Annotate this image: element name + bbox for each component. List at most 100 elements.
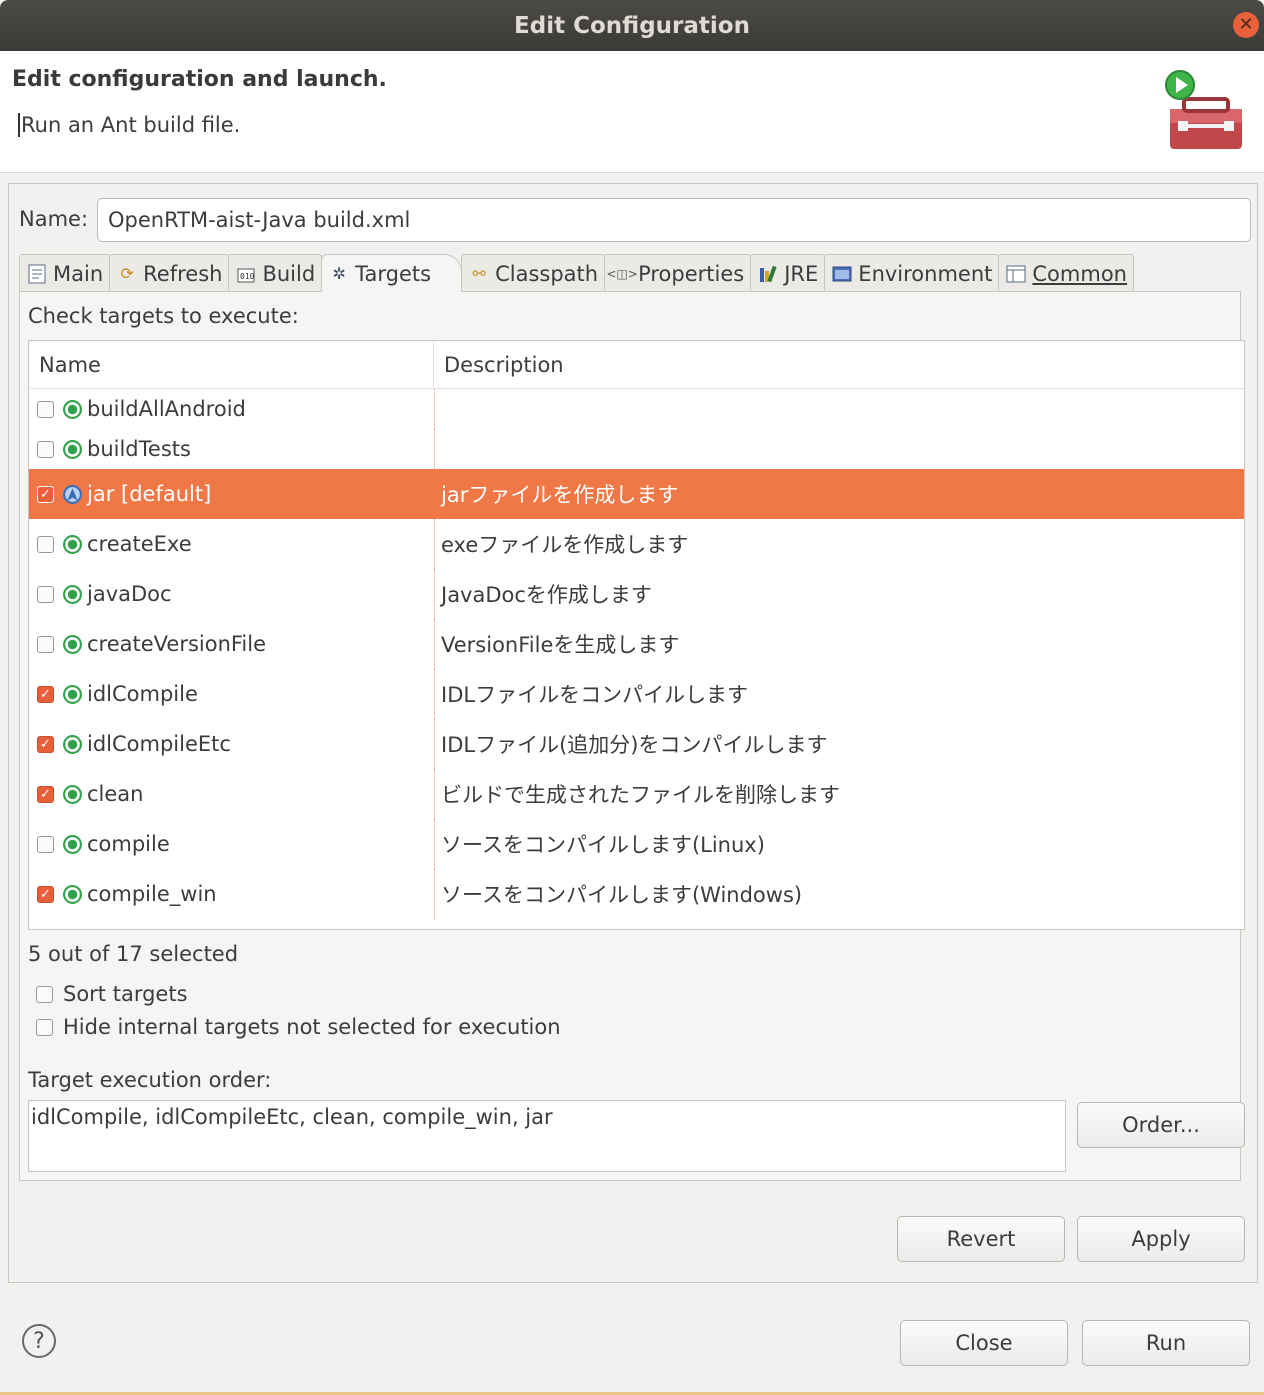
revert-button[interactable]: Revert	[897, 1216, 1065, 1262]
sort-targets-checkbox[interactable]	[36, 985, 53, 1003]
target-icon	[63, 439, 82, 459]
svg-text:010: 010	[240, 272, 255, 281]
table-row[interactable]: javaDoc JavaDocを作成します	[29, 569, 1244, 619]
hide-internal-checkbox[interactable]	[36, 1018, 53, 1036]
target-icon	[63, 399, 82, 419]
target-name: compile_win	[87, 882, 217, 906]
tab-classpath[interactable]: ⚯ Classpath	[461, 254, 606, 292]
tab-common[interactable]: Common	[998, 254, 1134, 292]
tab-build[interactable]: 010 Build	[228, 254, 323, 292]
table-row[interactable]: ✓ clean ビルドで生成されたファイルを削除します	[29, 769, 1244, 819]
default-target-icon	[63, 484, 82, 504]
target-description: JavaDocを作成します	[441, 583, 652, 607]
table-row[interactable]: ✓ compile_win ソースをコンパイルします(Windows)	[29, 869, 1244, 919]
targets-table[interactable]: Name Description buildAllAndroid buildTe…	[28, 340, 1245, 930]
tab-targets-label: Targets	[355, 261, 432, 286]
configuration-name-input[interactable]	[97, 198, 1251, 242]
help-icon[interactable]: ?	[22, 1324, 56, 1358]
target-checkbox[interactable]	[37, 835, 54, 853]
target-icon	[63, 684, 82, 704]
classpath-icon: ⚯	[472, 264, 486, 283]
table-row[interactable]: buildTests	[29, 429, 1244, 469]
target-name: createVersionFile	[87, 632, 267, 656]
target-name: jar [default]	[87, 482, 212, 506]
target-icon	[63, 734, 82, 754]
tab-refresh[interactable]: ⟳ Refresh	[109, 254, 230, 292]
tab-environment-label: Environment	[858, 261, 993, 286]
target-checkbox[interactable]	[37, 535, 54, 553]
target-checkbox[interactable]	[37, 440, 54, 458]
table-row[interactable]: buildAllAndroid	[29, 389, 1244, 429]
close-button[interactable]: Close	[900, 1320, 1068, 1366]
target-icon	[63, 834, 82, 854]
tab-refresh-label: Refresh	[143, 261, 223, 286]
target-checkbox[interactable]	[37, 585, 54, 603]
tab-jre[interactable]: JRE	[750, 254, 826, 292]
column-header-name[interactable]: Name	[29, 341, 434, 388]
targets-tab-body: Check targets to execute: Name Descripti…	[19, 291, 1245, 1181]
table-header: Name Description	[29, 341, 1244, 389]
table-row[interactable]: createVersionFile VersionFileを生成します	[29, 619, 1244, 669]
ant-launch-icon	[1165, 70, 1242, 149]
target-icon	[63, 584, 82, 604]
tab-bar: Main ⟳ Refresh 010 Build ✲ Targets ⚯ Cla…	[19, 254, 1134, 292]
target-icon	[63, 534, 82, 554]
hide-internal-option[interactable]: Hide internal targets not selected for e…	[36, 1015, 561, 1039]
sort-targets-option[interactable]: Sort targets	[36, 982, 188, 1006]
table-row[interactable]: compile ソースをコンパイルします(Linux)	[29, 819, 1244, 869]
selection-count: 5 out of 17 selected	[28, 942, 239, 966]
table-row-selected[interactable]: ✓ jar [default] jarファイルを作成します	[29, 469, 1244, 519]
tab-main[interactable]: Main	[19, 254, 111, 292]
target-checkbox[interactable]: ✓	[37, 685, 54, 703]
target-icon	[63, 884, 82, 904]
check-targets-label: Check targets to execute:	[28, 304, 299, 328]
target-name: javaDoc	[87, 582, 172, 606]
tab-properties[interactable]: <◫> Properties	[604, 254, 752, 292]
target-checkbox[interactable]: ✓	[37, 785, 54, 803]
target-icon	[63, 634, 82, 654]
target-description: IDLファイル(追加分)をコンパイルします	[441, 733, 828, 757]
order-button[interactable]: Order...	[1077, 1102, 1245, 1148]
tab-environment[interactable]: Environment	[824, 254, 1000, 292]
target-name: compile	[87, 832, 170, 856]
targets-icon: ✲	[332, 264, 346, 283]
target-description: ソースをコンパイルします(Linux)	[441, 833, 765, 857]
tab-targets[interactable]: ✲ Targets	[321, 254, 463, 292]
table-row[interactable]: ✓ idlCompileEtc IDLファイル(追加分)をコンパイルします	[29, 719, 1244, 769]
tab-classpath-label: Classpath	[495, 261, 599, 286]
target-checkbox[interactable]: ✓	[37, 735, 54, 753]
close-window-icon[interactable]: ✕	[1233, 12, 1259, 38]
header-title: Edit configuration and launch.	[12, 67, 387, 92]
target-checkbox[interactable]	[37, 635, 54, 653]
target-checkbox[interactable]: ✓	[37, 485, 54, 503]
jre-icon	[757, 263, 779, 285]
tab-properties-label: Properties	[638, 261, 745, 286]
target-description: ソースをコンパイルします(Windows)	[441, 883, 803, 907]
target-description: VersionFileを生成します	[441, 633, 680, 657]
build-icon: 010	[235, 263, 257, 285]
sort-targets-label: Sort targets	[63, 982, 188, 1006]
target-name: buildTests	[87, 437, 191, 461]
target-checkbox[interactable]	[37, 400, 54, 418]
execution-order-label: Target execution order:	[28, 1068, 272, 1092]
target-description: IDLファイルをコンパイルします	[441, 683, 749, 707]
apply-button[interactable]: Apply	[1077, 1216, 1245, 1262]
target-checkbox[interactable]: ✓	[37, 885, 54, 903]
execution-order-field: idlCompile, idlCompileEtc, clean, compil…	[28, 1100, 1066, 1172]
run-button[interactable]: Run	[1082, 1320, 1250, 1366]
tab-common-label: Common	[1032, 261, 1127, 286]
target-description: ビルドで生成されたファイルを削除します	[441, 783, 840, 807]
table-row[interactable]: createExe exeファイルを作成します	[29, 519, 1244, 569]
table-row[interactable]: ✓ idlCompile IDLファイルをコンパイルします	[29, 669, 1244, 719]
configuration-panel: Name: Main ⟳ Refresh 010 Build ✲ Targets…	[8, 183, 1258, 1283]
environment-icon	[831, 263, 853, 285]
title-bar: Edit Configuration ✕	[0, 0, 1264, 51]
dialog-header: Edit configuration and launch. Run an An…	[0, 51, 1264, 173]
target-description: exeファイルを作成します	[441, 533, 689, 557]
target-name: createExe	[87, 532, 192, 556]
target-icon	[63, 784, 82, 804]
header-description: Run an Ant build file.	[18, 113, 240, 137]
hide-internal-label: Hide internal targets not selected for e…	[63, 1015, 561, 1039]
target-name: idlCompileEtc	[87, 732, 231, 756]
column-header-description[interactable]: Description	[434, 341, 574, 388]
